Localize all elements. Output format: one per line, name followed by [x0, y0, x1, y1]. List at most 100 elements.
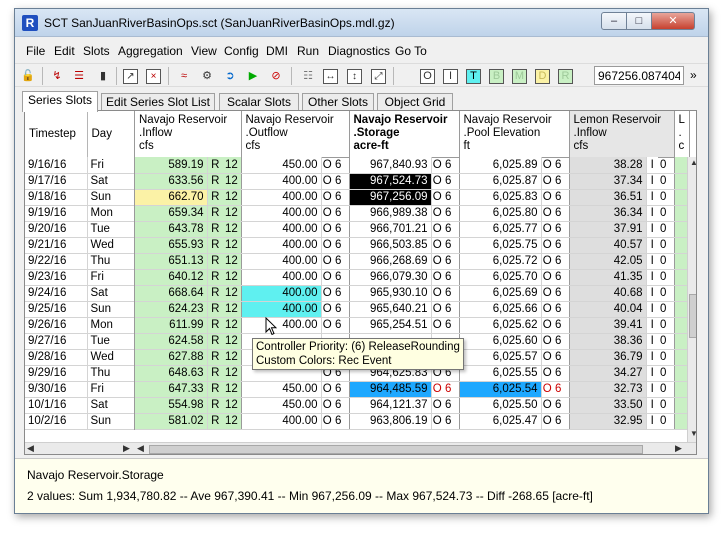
truncated-column-cell[interactable]	[674, 157, 689, 174]
timestep-cell[interactable]: 9/18/16	[25, 189, 88, 206]
menu-run[interactable]: Run	[297, 44, 319, 58]
day-cell[interactable]: Sat	[87, 397, 136, 414]
truncated-column-cell[interactable]	[674, 333, 689, 350]
open-dialog-icon[interactable]: ↗	[123, 69, 138, 84]
value-cell[interactable]: 450.00	[241, 157, 322, 174]
horizontal-scroll-thumb[interactable]	[149, 445, 643, 454]
column-header[interactable]: Navajo Reservoir .Outflow cfs	[241, 111, 350, 158]
menu-go-to[interactable]: Go To	[395, 44, 427, 58]
value-cell[interactable]: 40.04	[569, 301, 647, 318]
stop-icon[interactable]: ⊘	[267, 67, 285, 85]
value-cell[interactable]: 6,025.89	[459, 157, 542, 174]
minimize-button[interactable]: –	[601, 12, 627, 30]
value-cell[interactable]: 611.99	[135, 317, 208, 334]
column-header[interactable]: Lemon Reservoir .Inflow cfs	[569, 111, 675, 158]
value-cell[interactable]: 400.00	[241, 173, 322, 190]
column-header[interactable]: Navajo Reservoir .Storage acre-ft	[349, 111, 460, 158]
value-cell[interactable]: 965,640.21	[349, 301, 432, 318]
value-cell[interactable]: 659.34	[135, 205, 208, 222]
value-input[interactable]	[594, 66, 684, 85]
timestep-cell[interactable]: 9/24/16	[25, 285, 88, 302]
truncated-column-cell[interactable]	[674, 285, 689, 302]
value-cell[interactable]: 640.12	[135, 269, 208, 286]
value-cell[interactable]: 42.05	[569, 253, 647, 270]
config-icon[interactable]: ⚙	[198, 67, 216, 85]
maximize-button[interactable]: □	[626, 12, 652, 30]
tab-other-slots[interactable]: Other Slots	[302, 93, 374, 111]
day-cell[interactable]: Fri	[87, 157, 136, 174]
timestep-cell[interactable]: 9/27/16	[25, 333, 88, 350]
timestep-cell[interactable]: 9/21/16	[25, 237, 88, 254]
value-cell[interactable]: 400.00	[241, 269, 322, 286]
value-cell[interactable]: 400.00	[241, 301, 322, 318]
close-dialog-icon[interactable]: ×	[146, 69, 161, 84]
value-cell[interactable]: 36.79	[569, 349, 647, 366]
truncated-column-cell[interactable]	[674, 221, 689, 238]
value-cell[interactable]: 6,025.80	[459, 205, 542, 222]
menu-slots[interactable]: Slots	[83, 44, 110, 58]
day-cell[interactable]: Sat	[87, 285, 136, 302]
column-select-icon[interactable]: ☷	[299, 67, 317, 85]
value-cell[interactable]: 6,025.60	[459, 333, 542, 350]
truncated-column-cell[interactable]	[674, 349, 689, 366]
value-cell[interactable]: 966,701.21	[349, 221, 432, 238]
header-day[interactable]: Day	[87, 111, 136, 158]
value-cell[interactable]: 6,025.57	[459, 349, 542, 366]
value-cell[interactable]: 400.00	[241, 253, 322, 270]
value-cell[interactable]: 655.93	[135, 237, 208, 254]
value-cell[interactable]: 6,025.47	[459, 413, 542, 430]
value-cell[interactable]: 965,930.10	[349, 285, 432, 302]
scroll-left-icon[interactable]: ◀	[27, 443, 34, 454]
value-cell[interactable]: 966,079.30	[349, 269, 432, 286]
value-cell[interactable]: 966,989.38	[349, 205, 432, 222]
value-cell[interactable]: 6,025.50	[459, 397, 542, 414]
value-cell[interactable]: 400.00	[241, 205, 322, 222]
fit-all-icon[interactable]: ⤢	[371, 69, 386, 84]
value-cell[interactable]: 627.88	[135, 349, 208, 366]
day-cell[interactable]: Fri	[87, 381, 136, 398]
timestep-cell[interactable]: 9/20/16	[25, 221, 88, 238]
truncated-column-cell[interactable]	[674, 269, 689, 286]
column-header[interactable]: Navajo Reservoir .Inflow cfs	[135, 111, 242, 158]
value-cell[interactable]: 647.33	[135, 381, 208, 398]
link-icon[interactable]: ↯	[48, 67, 66, 85]
menu-config[interactable]: Config	[224, 44, 259, 58]
timestep-cell[interactable]: 9/17/16	[25, 173, 88, 190]
value-cell[interactable]: 32.73	[569, 381, 647, 398]
value-cell[interactable]: 581.02	[135, 413, 208, 430]
value-cell[interactable]: 41.35	[569, 269, 647, 286]
scroll-down-icon[interactable]: ▼	[689, 429, 696, 438]
close-button[interactable]: ✕	[651, 12, 695, 30]
row-format-icon[interactable]: ▮	[94, 67, 112, 85]
toolbar-overflow-icon[interactable]: »	[690, 68, 697, 82]
value-cell[interactable]: 967,840.93	[349, 157, 432, 174]
value-cell[interactable]: 32.95	[569, 413, 647, 430]
value-cell[interactable]: 450.00	[241, 381, 322, 398]
day-cell[interactable]: Tue	[87, 333, 136, 350]
truncated-column-cell[interactable]	[674, 397, 689, 414]
truncated-column-cell[interactable]	[674, 365, 689, 382]
value-cell[interactable]: 964,485.59	[349, 381, 432, 398]
value-cell[interactable]: 6,025.62	[459, 317, 542, 334]
flag-i-button[interactable]: I	[443, 69, 458, 84]
day-cell[interactable]: Sun	[87, 413, 136, 430]
day-cell[interactable]: Tue	[87, 221, 136, 238]
column-header[interactable]: Navajo Reservoir .Pool Elevation ft	[459, 111, 570, 158]
value-cell[interactable]: 40.57	[569, 237, 647, 254]
timestep-cell[interactable]: 9/28/16	[25, 349, 88, 366]
day-cell[interactable]: Wed	[87, 349, 136, 366]
value-cell[interactable]: 36.51	[569, 189, 647, 206]
scroll-right-icon[interactable]: ▶	[675, 443, 682, 454]
value-cell[interactable]: 40.68	[569, 285, 647, 302]
value-cell[interactable]: 963,806.19	[349, 413, 432, 430]
scroll-up-icon[interactable]: ▲	[689, 158, 696, 167]
value-cell[interactable]: 39.41	[569, 317, 647, 334]
value-cell[interactable]: 400.00	[241, 221, 322, 238]
run-icon[interactable]: ➲	[221, 67, 239, 85]
menu-dmi[interactable]: DMI	[266, 44, 288, 58]
header-timestep[interactable]: Timestep	[25, 111, 88, 158]
timestep-cell[interactable]: 9/23/16	[25, 269, 88, 286]
timestep-cell[interactable]: 9/26/16	[25, 317, 88, 334]
fixed-horizontal-scrollbar[interactable]: ◀ ▶	[25, 442, 135, 454]
scroll-right-icon[interactable]: ▶	[123, 443, 130, 454]
